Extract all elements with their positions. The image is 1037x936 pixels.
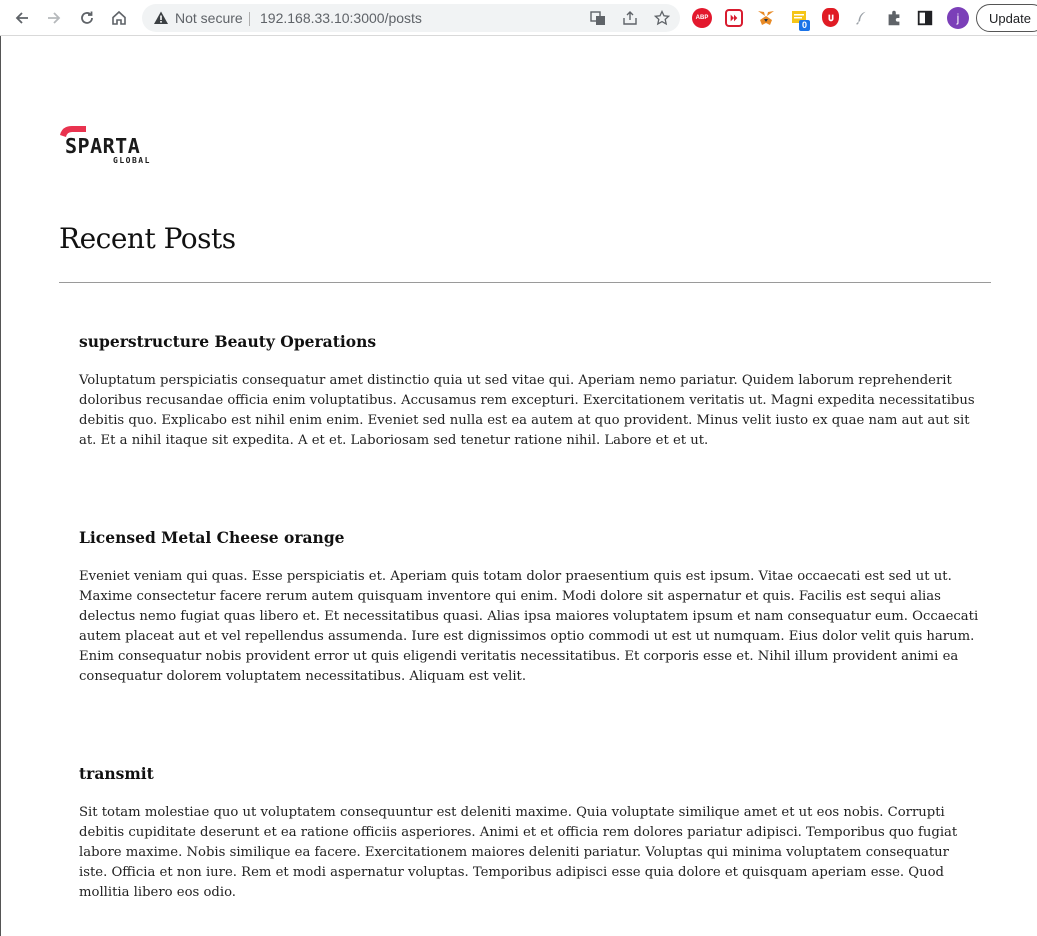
window-left-edge [0, 36, 1, 936]
browser-toolbar: Not secure 192.168.33.10:3000/posts ABP … [0, 0, 1037, 36]
url-text[interactable]: 192.168.33.10:3000/posts [260, 10, 422, 26]
address-bar[interactable]: Not secure 192.168.33.10:3000/posts [142, 4, 680, 32]
warning-icon[interactable] [153, 10, 169, 26]
bookmark-star-icon[interactable] [654, 10, 670, 26]
post-item: Licensed Metal Cheese orange Eveniet ven… [79, 528, 979, 687]
adblock-label: ABP [695, 15, 709, 21]
post-body: Sit totam molestiae quo ut voluptatem co… [79, 805, 958, 900]
extension-media-icon[interactable] [725, 9, 743, 27]
post-item: superstructure Beauty Operations Volupta… [79, 332, 979, 451]
share-icon[interactable] [622, 10, 638, 26]
home-icon[interactable] [108, 7, 130, 29]
post-body: Eveniet veniam qui quas. Esse perspiciat… [79, 569, 979, 684]
omnibox-divider [249, 12, 250, 26]
title-divider [59, 282, 991, 283]
side-panel-icon[interactable] [915, 8, 935, 28]
profile-avatar[interactable]: j [947, 7, 969, 29]
extension-badge: 0 [799, 20, 811, 31]
reload-icon[interactable] [76, 7, 98, 29]
security-status[interactable]: Not secure [175, 10, 243, 26]
logo-main-text: SPARTA [65, 134, 140, 158]
sparta-global-logo: SPARTA GLOBAL [60, 126, 151, 165]
metamask-fox-icon[interactable] [756, 8, 776, 28]
page-title: Recent Posts [59, 222, 236, 255]
translate-icon[interactable] [590, 10, 606, 26]
logo-sub-text: GLOBAL [113, 156, 151, 165]
post-title: superstructure Beauty Operations [79, 332, 377, 351]
feather-extension-icon[interactable] [852, 8, 872, 28]
forward-arrow-icon[interactable] [43, 7, 65, 29]
puzzle-extensions-icon[interactable] [884, 8, 904, 28]
post-body: Voluptatum perspiciatis consequatur amet… [79, 373, 975, 448]
post-title: Licensed Metal Cheese orange [79, 528, 345, 547]
back-arrow-icon[interactable] [11, 7, 33, 29]
post-item: transmit Sit totam molestiae quo ut volu… [79, 764, 979, 903]
post-title: transmit [79, 764, 154, 783]
ublock-shield-icon[interactable] [822, 8, 839, 27]
update-button[interactable]: Update [976, 4, 1037, 32]
adblock-icon[interactable]: ABP [692, 8, 712, 28]
